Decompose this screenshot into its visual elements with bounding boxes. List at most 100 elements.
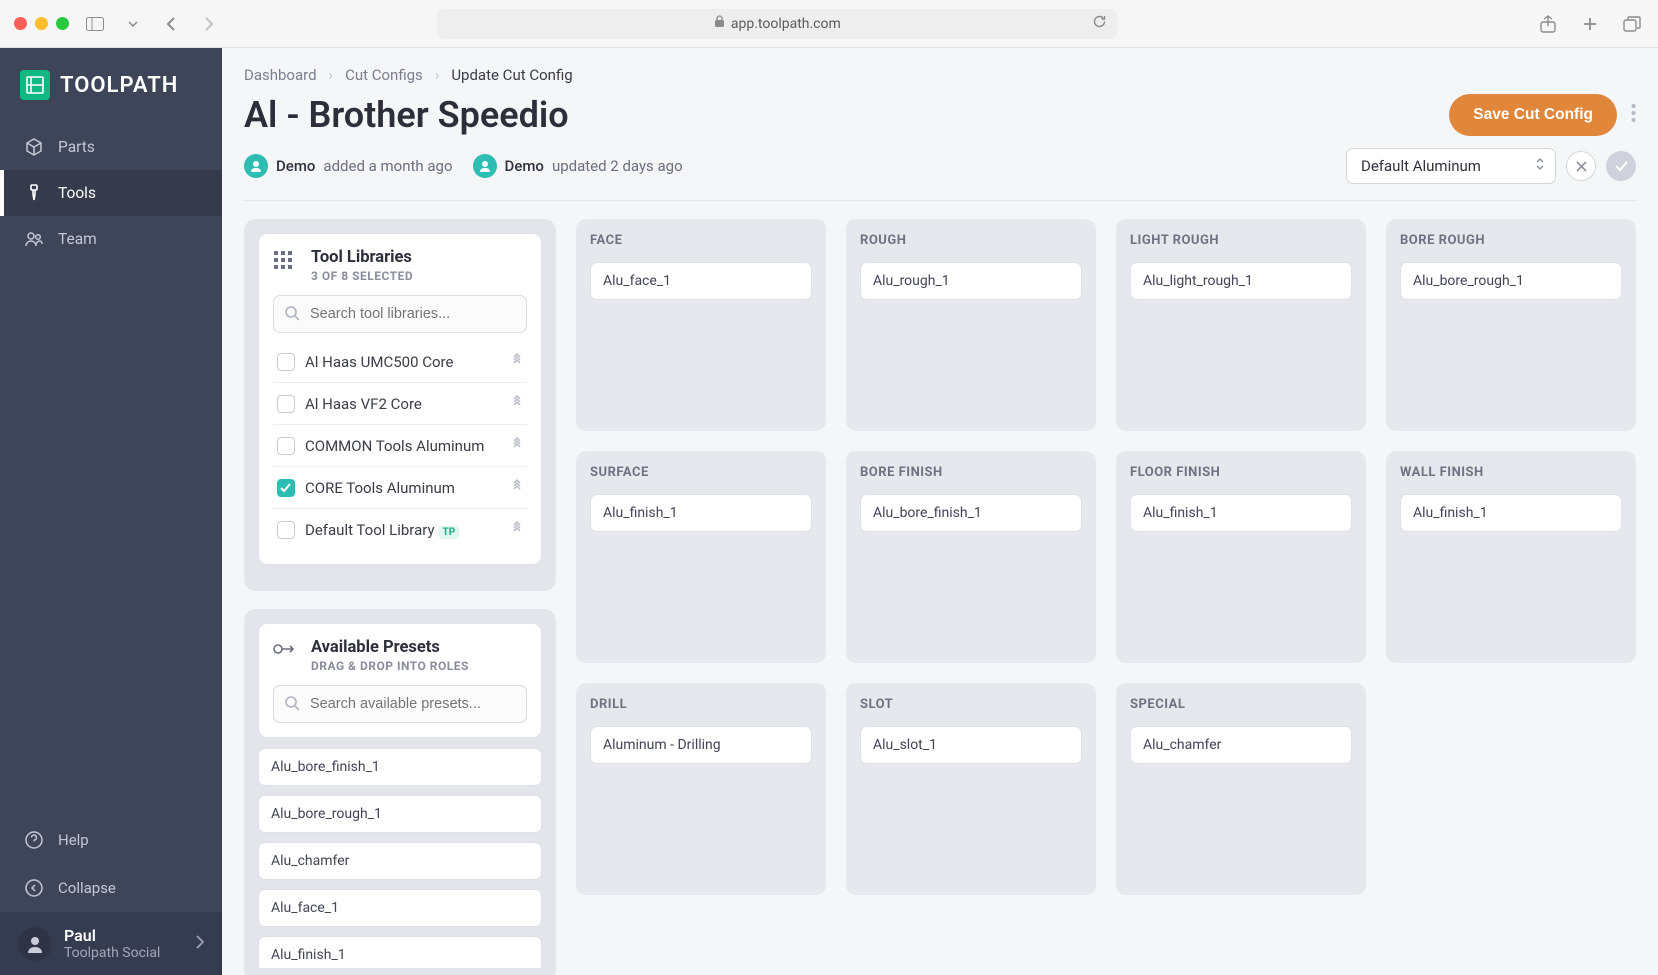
brand-name: TOOLPATH (60, 73, 178, 98)
available-preset-item[interactable]: Alu_finish_1 (258, 936, 542, 968)
role-preset-chip[interactable]: Alu_face_1 (590, 262, 812, 300)
role-preset-chip[interactable]: Alu_finish_1 (1130, 494, 1352, 532)
available-presets-title: Available Presets (311, 638, 469, 657)
page-title: Al - Brother Speedio (244, 94, 569, 136)
role-card[interactable]: SPECIALAlu_chamfer (1116, 683, 1366, 895)
sort-icon[interactable] (511, 394, 523, 413)
role-card[interactable]: FLOOR FINISHAlu_finish_1 (1116, 451, 1366, 663)
material-select[interactable]: Default Aluminum (1346, 148, 1556, 184)
chevron-right-icon: › (329, 66, 334, 84)
select-caret-icon (1535, 157, 1545, 175)
checkbox-icon[interactable] (277, 395, 295, 413)
role-preset-chip[interactable]: Alu_rough_1 (860, 262, 1082, 300)
role-preset-chip[interactable]: Aluminum - Drilling (590, 726, 812, 764)
tool-libraries-title: Tool Libraries (311, 248, 413, 267)
available-presets-subtitle: DRAG & DROP INTO ROLES (311, 659, 469, 673)
maximize-window-icon[interactable] (56, 17, 69, 30)
collapse-icon (24, 878, 44, 898)
tool-library-item[interactable]: COMMON Tools Aluminum (273, 424, 527, 466)
role-preset-chip[interactable]: Alu_finish_1 (1400, 494, 1622, 532)
breadcrumb: Dashboard › Cut Configs › Update Cut Con… (244, 66, 1636, 84)
sort-icon[interactable] (511, 436, 523, 455)
grid-icon (273, 248, 299, 274)
role-title: WALL FINISH (1400, 465, 1622, 480)
nav-item-collapse[interactable]: Collapse (0, 864, 222, 912)
nav-item-team[interactable]: Team (0, 216, 222, 262)
new-tab-icon[interactable] (1578, 15, 1602, 33)
forward-icon[interactable] (197, 16, 221, 32)
sidebar-toggle-icon[interactable] (83, 17, 107, 31)
nav-label: Tools (58, 184, 96, 202)
role-card[interactable]: SURFACEAlu_finish_1 (576, 451, 826, 663)
breadcrumb-link[interactable]: Cut Configs (345, 66, 423, 84)
role-preset-chip[interactable]: Alu_slot_1 (860, 726, 1082, 764)
share-icon[interactable] (1536, 15, 1560, 33)
checkbox-icon[interactable] (277, 521, 295, 539)
tool-library-label: CORE Tools Aluminum (305, 479, 501, 497)
tool-library-item[interactable]: CORE Tools Aluminum (273, 466, 527, 508)
search-icon (284, 695, 300, 715)
close-window-icon[interactable] (14, 17, 27, 30)
nav-item-tools[interactable]: Tools (0, 170, 222, 216)
save-cut-config-button[interactable]: Save Cut Config (1449, 94, 1617, 136)
checkbox-icon[interactable] (277, 479, 295, 497)
role-preset-chip[interactable]: Alu_bore_rough_1 (1400, 262, 1622, 300)
nav-item-parts[interactable]: Parts (0, 124, 222, 170)
role-card[interactable]: BORE ROUGHAlu_bore_rough_1 (1386, 219, 1636, 431)
sort-icon[interactable] (511, 520, 523, 539)
available-preset-item[interactable]: Alu_chamfer (258, 842, 542, 880)
role-card[interactable]: FACE Alu_face_1 (576, 219, 826, 431)
nav-label: Help (58, 831, 89, 849)
url-bar[interactable]: app.toolpath.com (437, 9, 1117, 39)
breadcrumb-link[interactable]: Dashboard (244, 66, 317, 84)
brand-logo[interactable]: TOOLPATH (0, 48, 222, 124)
sort-icon[interactable] (511, 352, 523, 371)
available-preset-item[interactable]: Alu_bore_finish_1 (258, 748, 542, 786)
nav-label: Collapse (58, 879, 116, 897)
checkbox-icon[interactable] (277, 353, 295, 371)
available-preset-item[interactable]: Alu_bore_rough_1 (258, 795, 542, 833)
tool-icon (24, 183, 44, 203)
back-icon[interactable] (159, 16, 183, 32)
cancel-material-button[interactable] (1566, 151, 1596, 181)
role-card[interactable]: BORE FINISHAlu_bore_finish_1 (846, 451, 1096, 663)
search-icon (284, 305, 300, 325)
role-card[interactable]: LIGHT ROUGH Alu_light_rough_1 (1116, 219, 1366, 431)
sort-icon[interactable] (511, 478, 523, 497)
role-preset-chip[interactable]: Alu_finish_1 (590, 494, 812, 532)
tool-library-item[interactable]: Al Haas UMC500 Core (273, 341, 527, 382)
available-preset-item[interactable]: Alu_face_1 (258, 889, 542, 927)
tool-library-label: Default Tool LibraryTP (305, 521, 501, 539)
reload-icon[interactable] (1092, 14, 1107, 33)
chevron-down-icon[interactable] (121, 21, 145, 27)
more-options-icon[interactable] (1631, 103, 1636, 127)
tabs-icon[interactable] (1620, 15, 1644, 33)
user-avatar-icon (18, 927, 52, 961)
role-card[interactable]: WALL FINISH Alu_finish_1 (1386, 451, 1636, 663)
role-preset-chip[interactable]: Alu_bore_finish_1 (860, 494, 1082, 532)
role-card[interactable]: ROUGHAlu_rough_1 (846, 219, 1096, 431)
user-menu[interactable]: Paul Toolpath Social (0, 912, 222, 975)
confirm-material-button[interactable] (1606, 151, 1636, 181)
role-title: DRILL (590, 697, 812, 712)
tool-libraries-panel: Tool Libraries 3 OF 8 SELECTED Al Haas U… (244, 219, 556, 591)
app-sidebar: TOOLPATH Parts Tools Team (0, 48, 222, 975)
url-text: app.toolpath.com (731, 16, 841, 32)
checkbox-icon[interactable] (277, 437, 295, 455)
minimize-window-icon[interactable] (35, 17, 48, 30)
roles-grid: FACEAlu_face_1ROUGHAlu_rough_1LIGHT ROUG… (576, 219, 1636, 975)
role-card[interactable]: DRILL Aluminum - Drilling (576, 683, 826, 895)
tool-library-item[interactable]: Al Haas VF2 Core (273, 382, 527, 424)
role-card[interactable]: SLOTAlu_slot_1 (846, 683, 1096, 895)
role-title: FACE (590, 233, 812, 248)
role-preset-chip[interactable]: Alu_chamfer (1130, 726, 1352, 764)
available-presets-panel: Available Presets DRAG & DROP INTO ROLES… (244, 609, 556, 975)
tool-library-item[interactable]: Default Tool LibraryTP (273, 508, 527, 550)
role-preset-chip[interactable]: Alu_light_rough_1 (1130, 262, 1352, 300)
nav-item-help[interactable]: Help (0, 816, 222, 864)
tool-libraries-search-input[interactable] (273, 295, 527, 333)
created-by: Demo added a month ago (244, 154, 453, 178)
tool-library-label: Al Haas VF2 Core (305, 395, 501, 413)
role-title: LIGHT ROUGH (1130, 233, 1352, 248)
available-presets-search-input[interactable] (273, 685, 527, 723)
